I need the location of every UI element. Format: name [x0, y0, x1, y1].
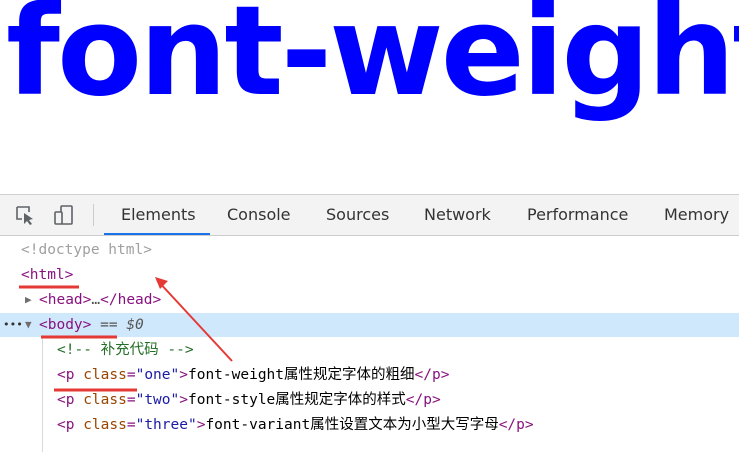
tree-node-p-one[interactable]: <p class="one">font-weight属性规定字体的粗细</p>: [0, 363, 739, 387]
tab-console[interactable]: Console: [227, 195, 291, 235]
tree-node-comment[interactable]: <!-- 补充代码 -->: [0, 338, 739, 362]
tab-elements[interactable]: Elements: [121, 195, 196, 235]
more-options-icon[interactable]: •••: [3, 313, 23, 337]
attr-value: "three": [135, 417, 197, 433]
html-open-tag: <html>: [21, 267, 74, 283]
elements-tree[interactable]: <!doctype html> <html> ▶ <head>…</head> …: [0, 236, 739, 452]
devtools-panel: Elements Console Sources Network Perform…: [0, 194, 739, 452]
tab-memory[interactable]: Memory: [664, 195, 729, 235]
tag-bracket: >: [179, 392, 188, 408]
tag-bracket: >: [179, 367, 188, 383]
expand-triangle-icon[interactable]: ▶: [25, 288, 32, 312]
p-close-tag: </p>: [405, 392, 441, 408]
p-text: font-variant属性设置文本为小型大写字母: [205, 417, 499, 433]
indent-guide: [42, 336, 43, 452]
body-open-tag: <body>: [39, 317, 92, 333]
attr-name: class: [83, 392, 127, 408]
head-open-tag: <head>: [39, 292, 92, 308]
p-open-tag: <p: [57, 367, 75, 383]
attr-eq: =: [126, 367, 136, 383]
inspect-element-icon[interactable]: [13, 203, 37, 227]
devtools-toolbar: Elements Console Sources Network Perform…: [0, 195, 739, 236]
attr-eq: =: [126, 417, 136, 433]
tree-node-html[interactable]: <html>: [0, 263, 739, 287]
tree-node-head[interactable]: ▶ <head>…</head>: [0, 288, 739, 312]
tree-node-body[interactable]: ••• ▼ <body> == $0: [0, 313, 739, 337]
attr-value: "one": [135, 367, 180, 383]
page-viewport: font-weight: [0, 0, 739, 194]
p-text: font-weight属性规定字体的粗细: [187, 367, 415, 383]
p-text: font-style属性规定字体的样式: [187, 392, 406, 408]
p-close-tag: </p>: [498, 417, 534, 433]
toolbar-separator: [93, 204, 94, 226]
tree-node-p-two[interactable]: <p class="two">font-style属性规定字体的样式</p>: [0, 388, 739, 412]
attr-eq: =: [126, 392, 136, 408]
tree-node-p-three[interactable]: <p class="three">font-variant属性设置文本为小型大写…: [0, 413, 739, 437]
p-close-tag: </p>: [414, 367, 450, 383]
device-toolbar-icon[interactable]: [52, 203, 76, 227]
p-open-tag: <p: [57, 392, 75, 408]
tab-network[interactable]: Network: [424, 195, 491, 235]
attr-name: class: [83, 417, 127, 433]
head-ellipsis[interactable]: …: [91, 292, 100, 308]
active-tab-indicator: [104, 233, 210, 235]
p-open-tag: <p: [57, 417, 75, 433]
attr-value: "two": [135, 392, 180, 408]
comment-text: <!-- 补充代码 -->: [57, 342, 194, 358]
tab-performance[interactable]: Performance: [527, 195, 628, 235]
collapse-triangle-icon[interactable]: ▼: [25, 313, 32, 337]
selected-node-marker: == $0: [100, 317, 144, 333]
page-heading: font-weight: [6, 0, 739, 124]
tab-sources[interactable]: Sources: [326, 195, 389, 235]
attr-name: class: [83, 367, 127, 383]
doctype-text: <!doctype html>: [21, 242, 152, 258]
head-close-tag: </head>: [100, 292, 162, 308]
tree-node-doctype[interactable]: <!doctype html>: [0, 238, 739, 262]
